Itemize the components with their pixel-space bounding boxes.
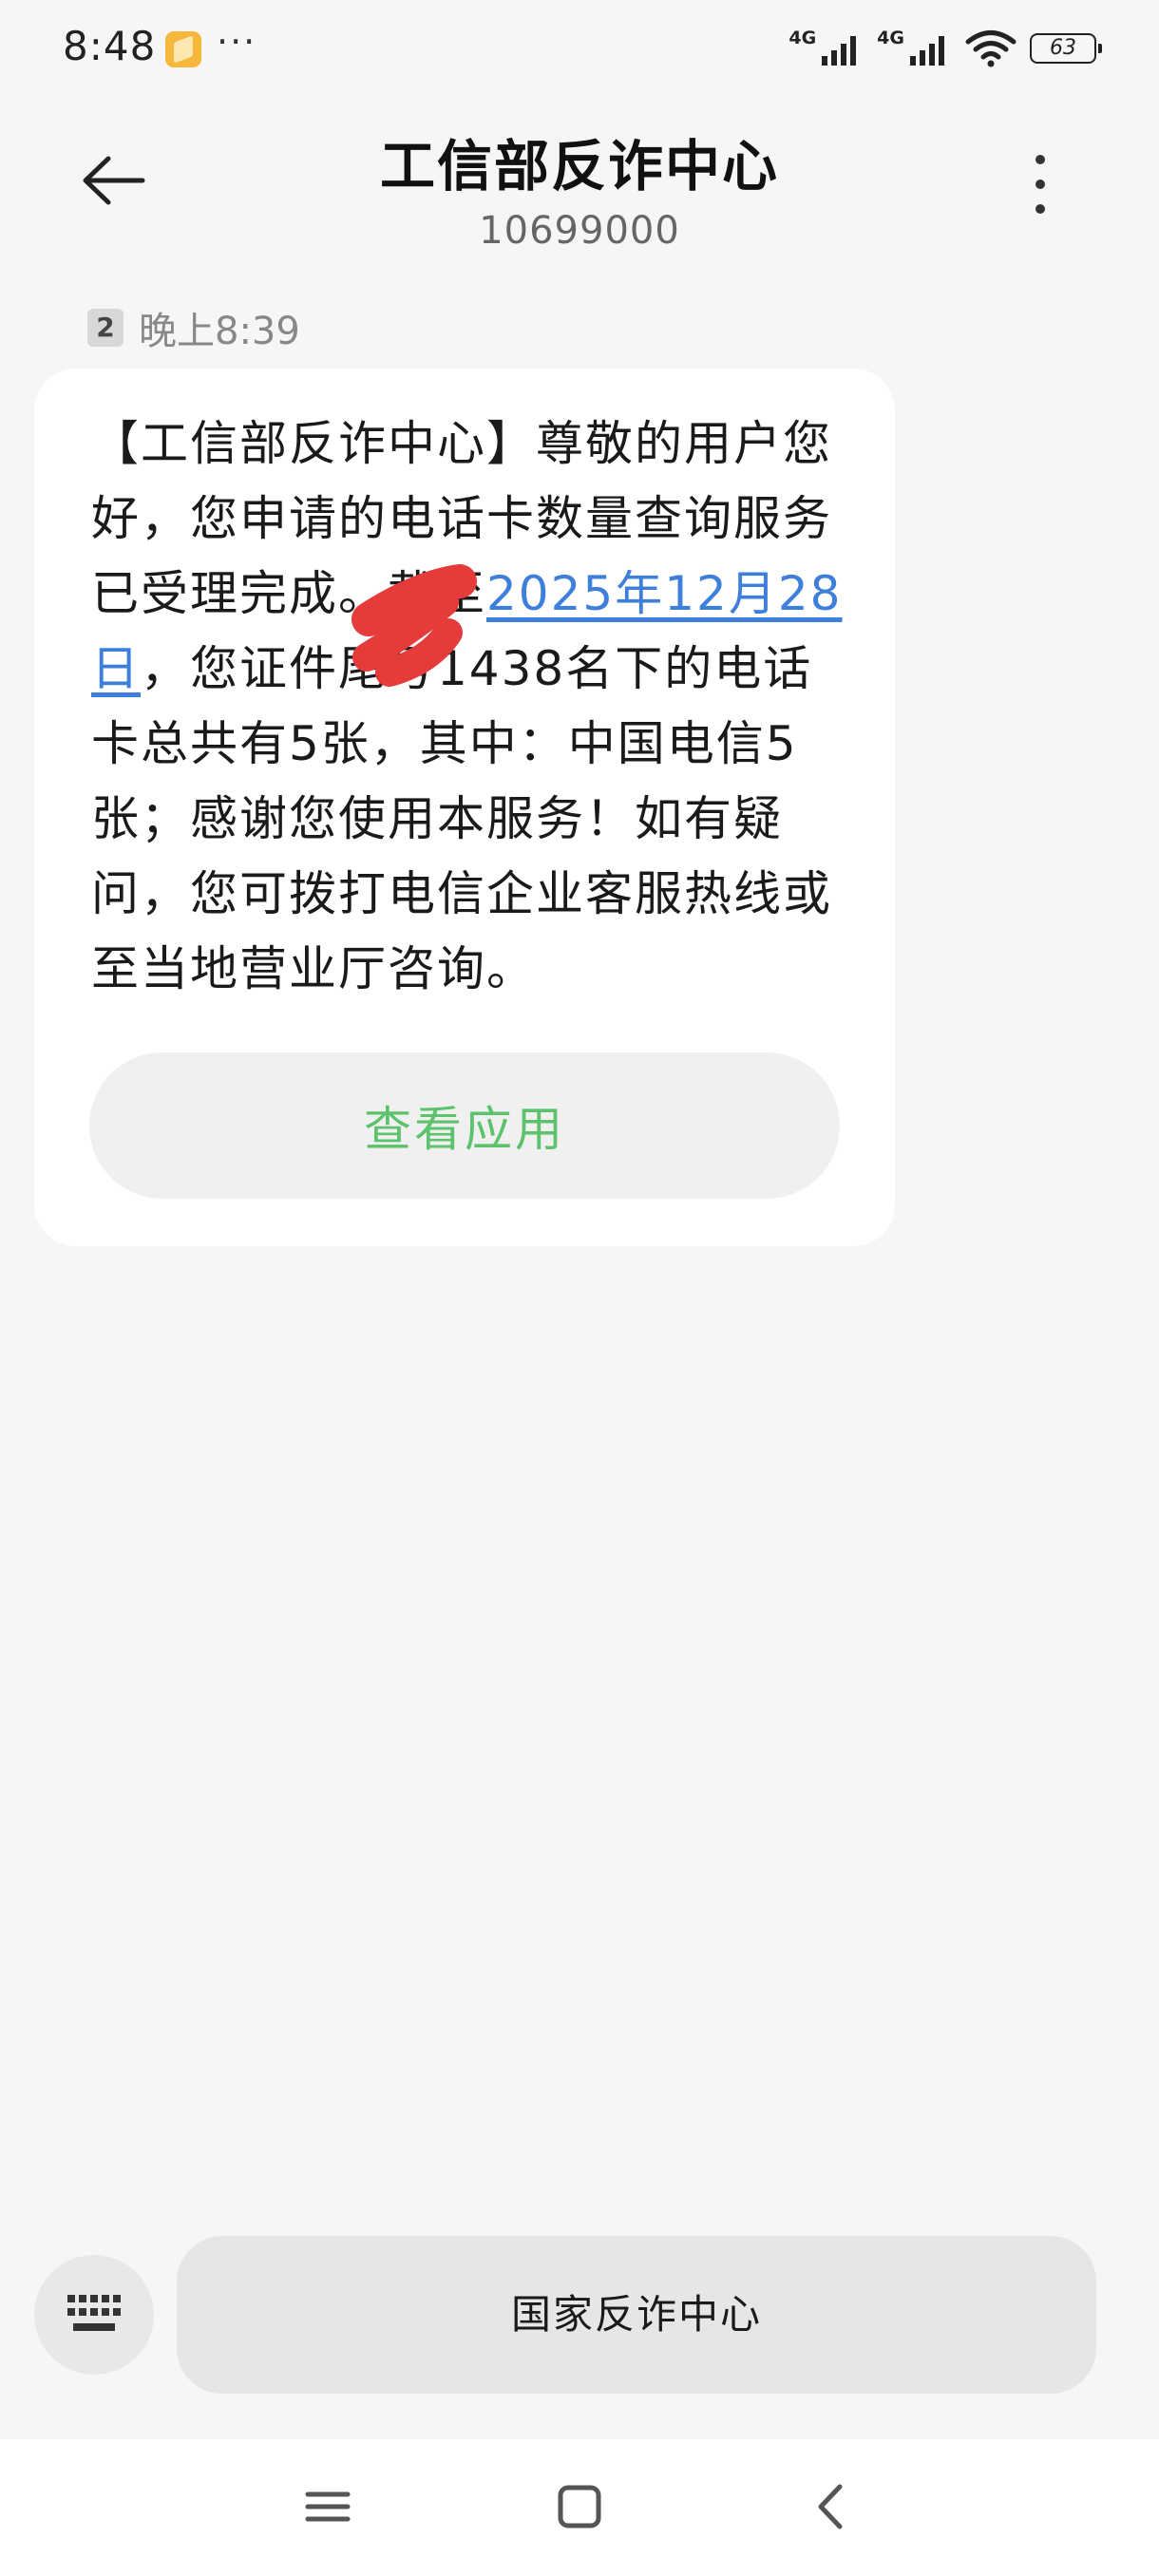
contact-name: 工信部反诈中心 xyxy=(379,134,779,199)
quick-reply-button[interactable]: 国家反诈中心 xyxy=(177,2236,1096,2394)
battery-icon: 63 xyxy=(1030,33,1102,64)
conversation-header: 工信部反诈中心 10699000 xyxy=(0,99,1159,260)
message-bubble[interactable]: 【工信部反诈中心】尊敬的用户您好，您申请的电话卡数量查询服务已受理完成。截至20… xyxy=(34,369,895,1246)
view-app-button[interactable]: 查看应用 xyxy=(89,1052,840,1199)
message-body: 【工信部反诈中心】尊敬的用户您好，您申请的电话卡数量查询服务已受理完成。截至20… xyxy=(91,407,851,1007)
home-square-icon[interactable] xyxy=(546,2473,613,2540)
sms-conversation-screen: 8:48 ··· 4G 4G 63 工信部反诈中心 10699000 2 晚上8… xyxy=(0,0,1159,2576)
status-time: 8:48 xyxy=(63,23,157,69)
network-type-2: 4G xyxy=(877,28,904,48)
navigation-bar xyxy=(0,2439,1159,2576)
network-type-1: 4G xyxy=(788,28,817,48)
status-indicators: 4G 4G 63 xyxy=(788,27,1102,70)
keyboard-icon xyxy=(67,2295,121,2331)
signal-icon xyxy=(910,36,944,66)
more-notifications-icon: ··· xyxy=(217,21,257,63)
message-time: 晚上8:39 xyxy=(139,310,300,353)
menu-icon[interactable] xyxy=(294,2473,361,2540)
wifi-icon xyxy=(965,30,1016,67)
keyboard-toggle-button[interactable] xyxy=(34,2255,154,2375)
contact-info: 工信部反诈中心 10699000 xyxy=(0,122,1159,253)
message-text-part2: ，您证件尾号1438名下的电话卡总共有5张，其中：中国电信5张；感谢您使用本服务… xyxy=(91,641,832,996)
status-bar: 8:48 ··· 4G 4G 63 xyxy=(0,0,1159,99)
chevron-left-icon[interactable] xyxy=(798,2473,864,2540)
more-vertical-icon[interactable] xyxy=(1016,146,1064,222)
signal-icon xyxy=(822,36,857,66)
contact-number: 10699000 xyxy=(479,209,680,253)
notes-app-icon xyxy=(165,31,201,67)
message-meta: 2 晚上8:39 xyxy=(87,300,300,355)
sim-badge: 2 xyxy=(87,309,124,347)
